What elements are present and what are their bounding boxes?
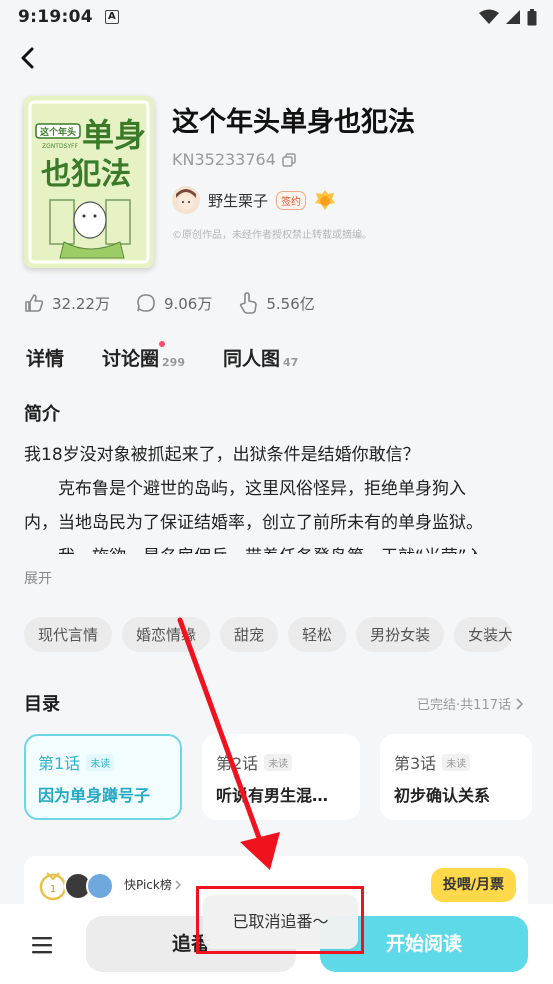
tab-fanart-label: 同人图 [223,348,281,370]
avatar-image [172,186,200,214]
views-count: 5.56亿 [266,294,315,313]
chapter-card[interactable]: 第2话 未读 听说有男生混… [202,734,360,820]
tag-item[interactable]: 现代言情 [24,617,113,652]
annotation-highlight-box [196,886,364,954]
wifi-icon [479,9,499,24]
notification-icon: A [104,10,119,24]
synopsis-line: 内，当地岛民为了保证结婚率，创立了前所未有的单身监狱。 [24,513,483,533]
tag-item[interactable]: 轻松 [288,617,347,652]
synopsis-text: 我18岁没对象被抓起来了，出狱条件是结婚你敢信？ 克布鲁是个避世的岛屿，这里风俗… [24,438,536,554]
back-button[interactable] [14,44,42,72]
chapter-title: 听说有男生混… [216,786,329,805]
tab-details-label: 详情 [26,348,65,370]
chapter-header: 第3话 未读 [394,750,518,774]
svg-text:ZGNTDSYFF: ZGNTDSYFF [42,143,78,150]
signal-icon [506,10,520,24]
svg-text:这个年头: 这个年头 [40,126,76,138]
chevron-right-icon [516,697,523,710]
toc-heading: 目录 [24,694,60,715]
content-tabs: 详情 讨论圈 299 同人图 47 [26,341,298,373]
unread-badge: 未读 [264,753,293,771]
intro-heading: 简介 [24,404,60,425]
chapter-number: 第3话 [394,754,437,773]
battery-icon [527,8,537,25]
stats-row: 32.22万 9.06万 5.56亿 [24,292,315,314]
synopsis-line: 我，施欲，是名雇佣兵，带着任务登岛第一天就“光荣”入 [24,540,536,554]
svg-text:也犯法: 也犯法 [41,157,131,192]
fanart-count: 47 [283,356,299,369]
likes-count: 32.22万 [52,294,110,313]
comment-bubble-icon [137,294,155,312]
status-time: 9:19:04 [18,7,93,27]
supporter-avatar [86,872,114,900]
chapter-header: 第2话 未读 [216,750,346,774]
tag-list: 现代言情 婚恋情缘 甜宠 轻松 男扮女装 女装大佬 [24,617,513,652]
expand-link[interactable]: 展开 [24,568,52,588]
svg-text:单身: 单身 [82,116,146,154]
chapter-title: 因为单身蹲号子 [38,786,151,805]
tab-discussion-label-wrap: 讨论圈 [102,341,166,371]
tag-item[interactable]: 婚恋情缘 [122,617,211,652]
supporter-avatars: 1 [38,870,114,902]
pick-label-text: 快Pick榜 [124,878,172,892]
unread-badge: 未读 [442,753,471,771]
pick-ranking-label: 快Pick榜 [124,876,181,893]
svg-text:1: 1 [50,884,56,895]
views-stat: 5.56亿 [238,292,315,314]
tag-item[interactable]: 女装大佬 [454,617,513,652]
likes-stat[interactable]: 32.22万 [24,292,110,314]
discussion-count: 299 [162,356,185,369]
book-title: 这个年头单身也犯法 [172,107,415,138]
pointer-hand-icon [240,292,258,314]
toc-status-link[interactable]: 已完结·共117话 [417,694,523,713]
status-icons [479,8,537,26]
back-arrow-icon [21,47,34,69]
copyright-notice: ©原创作品，未经作者授权禁止转载或摘编。 [172,230,372,241]
tab-fanart[interactable]: 同人图 47 [223,344,298,371]
status-bar: 9:19:04 A [0,0,553,34]
tag-item[interactable]: 甜宠 [220,617,279,652]
chapter-list: 第1话 未读 因为单身蹲号子 第2话 未读 听说有男生混… 第3话 未读 初步确… [24,734,532,820]
signed-badge: 签约 [276,190,307,210]
book-id: KN35233764 [172,150,276,169]
chapter-header: 第1话 未读 [38,750,168,774]
chapter-number: 第2话 [216,754,259,773]
comments-stat[interactable]: 9.06万 [136,292,212,314]
toc-status-text: 已完结·共117话 [417,698,511,713]
chapter-card[interactable]: 第3话 未读 初步确认关系 [380,734,532,820]
tab-discussion-label: 讨论圈 [102,348,160,370]
chapter-title: 初步确认关系 [394,786,491,805]
cover-illustration: 这个年头 单身 也犯法 ZGNTDSYFF [24,96,154,268]
book-cover[interactable]: 这个年头 单身 也犯法 ZGNTDSYFF [24,96,154,268]
chevron-right-icon [175,880,181,889]
unread-badge: 未读 [86,753,115,771]
synopsis-line: 克布鲁是个避世的岛屿，这里风俗怪异，拒绝单身狗入 [58,479,466,499]
chapter-number: 第1话 [38,754,81,773]
author-avatar[interactable] [172,186,200,214]
author-level-badge-icon [315,190,336,210]
new-dot-icon [159,341,166,347]
tab-details[interactable]: 详情 [26,344,65,373]
book-id-row: KN35233764 [172,150,296,169]
synopsis-line: 我18岁没对象被抓起来了，出狱条件是结婚你敢信？ [24,445,420,465]
vote-button[interactable]: 投喂/月票 [430,868,516,902]
copy-icon[interactable] [282,152,296,167]
author-name[interactable]: 野生栗子 [208,190,268,211]
comments-count: 9.06万 [163,294,213,313]
author-row[interactable]: 野生栗子 签约 [172,186,336,214]
chapter-card[interactable]: 第1话 未读 因为单身蹲号子 [24,734,182,820]
menu-icon[interactable] [32,936,52,954]
tag-item[interactable]: 男扮女装 [356,617,445,652]
thumbs-up-icon [25,294,44,312]
tab-discussion[interactable]: 讨论圈 299 [102,341,185,371]
